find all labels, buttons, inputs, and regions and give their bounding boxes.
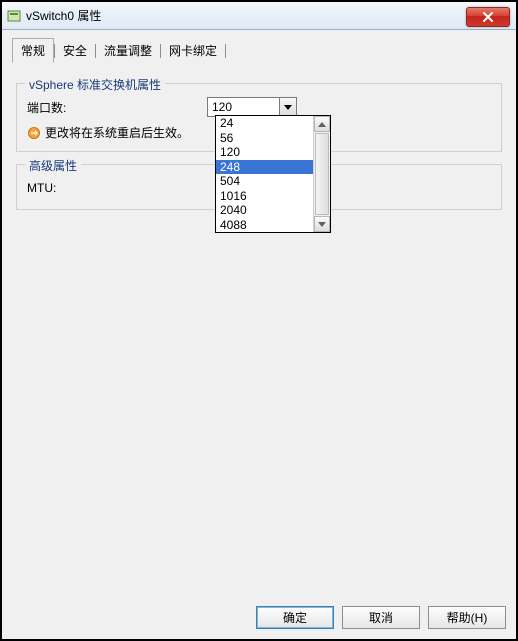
app-icon <box>6 8 22 24</box>
titlebar[interactable]: vSwitch0 属性 <box>2 2 516 30</box>
port-count-value: 120 <box>208 100 279 114</box>
chevron-down-icon <box>318 222 326 227</box>
port-count-combobox[interactable]: 120 <box>207 97 297 117</box>
dialog-buttons: 确定 取消 帮助(H) <box>256 606 506 629</box>
restart-note-text: 更改将在系统重启后生效。 <box>45 124 189 141</box>
scroll-down-button[interactable] <box>314 216 330 232</box>
tab-strip: 常规 安全 流量调整 网卡绑定 <box>2 30 516 63</box>
close-button[interactable] <box>466 7 510 27</box>
group-title: 高级属性 <box>25 157 81 174</box>
chevron-up-icon <box>318 122 326 127</box>
dropdown-option[interactable]: 24 <box>216 116 313 131</box>
tab-separator <box>225 44 226 58</box>
scroll-thumb[interactable] <box>315 133 329 215</box>
tab-nic-teaming[interactable]: 网卡绑定 <box>161 39 225 62</box>
dropdown-option[interactable]: 56 <box>216 131 313 146</box>
dropdown-option[interactable]: 248 <box>216 160 313 175</box>
chevron-down-icon <box>284 105 292 110</box>
group-title: vSphere 标准交换机属性 <box>25 76 165 93</box>
dropdown-option[interactable]: 504 <box>216 174 313 189</box>
help-button[interactable]: 帮助(H) <box>428 606 506 629</box>
close-icon <box>482 12 494 22</box>
dialog-window: vSwitch0 属性 常规 安全 流量调整 网卡绑定 vSphere 标准交换… <box>0 0 518 641</box>
dropdown-option[interactable]: 120 <box>216 145 313 160</box>
tab-security[interactable]: 安全 <box>55 39 95 62</box>
dropdown-option[interactable]: 1016 <box>216 189 313 204</box>
ok-button[interactable]: 确定 <box>256 606 334 629</box>
dialog-body: 常规 安全 流量调整 网卡绑定 vSphere 标准交换机属性 端口数: 120 <box>2 30 516 639</box>
window-title: vSwitch0 属性 <box>26 7 101 24</box>
port-count-dropdown-list[interactable]: 2456120248504101620404088 <box>215 115 331 233</box>
dropdown-option[interactable]: 4088 <box>216 218 313 233</box>
scroll-up-button[interactable] <box>314 116 330 132</box>
dropdown-scrollbar[interactable] <box>313 116 330 232</box>
info-icon <box>27 126 41 140</box>
dropdown-option[interactable]: 2040 <box>216 203 313 218</box>
port-count-label: 端口数: <box>27 99 207 116</box>
tab-traffic-shaping[interactable]: 流量调整 <box>96 39 160 62</box>
dropdown-button[interactable] <box>279 98 296 116</box>
cancel-button[interactable]: 取消 <box>342 606 420 629</box>
mtu-label: MTU: <box>27 181 207 195</box>
tab-general[interactable]: 常规 <box>12 38 54 63</box>
